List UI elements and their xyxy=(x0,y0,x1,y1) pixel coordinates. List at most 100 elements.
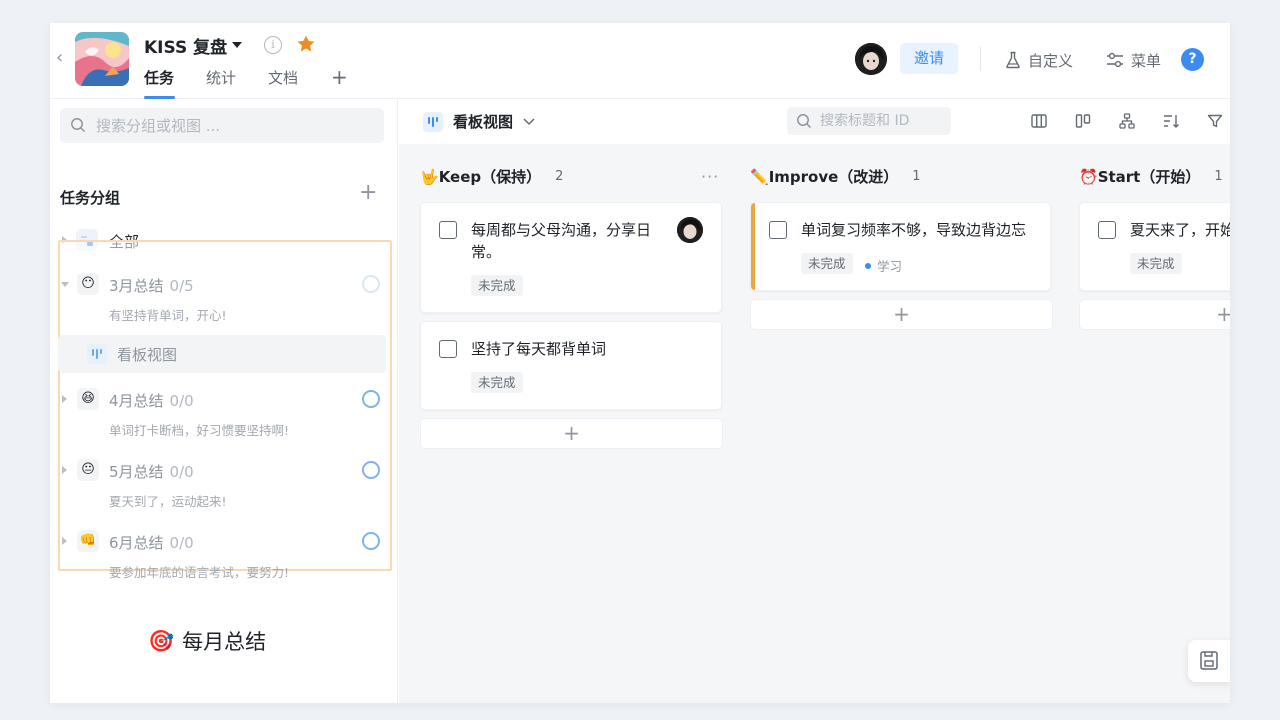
task-search-box[interactable] xyxy=(787,107,951,135)
group-title: 3月总结 xyxy=(109,277,164,295)
monthly-summary-caption: 🎯 每月总结 xyxy=(148,626,266,656)
sliders-icon xyxy=(1107,52,1123,68)
invite-button[interactable]: 邀请 xyxy=(900,43,958,74)
columns-icon[interactable] xyxy=(1030,112,1048,130)
group-title: 5月总结 xyxy=(109,463,164,481)
task-card[interactable]: 单词复习频率不够，导致边背边忘 未完成 学习 xyxy=(750,202,1051,291)
task-title: 夏天来了，开始 xyxy=(1130,221,1230,239)
user-avatar[interactable] xyxy=(855,43,887,75)
progress-ring-icon xyxy=(362,532,380,550)
group-description: 单词打卡断档，好习惯要坚持啊! xyxy=(109,423,290,438)
category-tag[interactable]: 学习 xyxy=(865,256,902,275)
sidebar-item-kanban-view[interactable]: 看板视图 xyxy=(58,335,386,373)
group-description: 要参加年底的语言考试，要努力! xyxy=(109,565,290,580)
add-card-button[interactable]: + xyxy=(750,299,1053,330)
tab-tasks[interactable]: 任务 xyxy=(144,67,174,88)
save-icon xyxy=(1200,651,1218,670)
kanban-main: 看板视图 ··· 🤟 Keep（保持） 2 ··· 每周都与父母沟通，分享日常。 xyxy=(399,99,1230,703)
add-card-button[interactable]: + xyxy=(1079,299,1230,330)
task-card[interactable]: 夏天来了，开始 未完成 xyxy=(1079,202,1230,291)
back-icon[interactable]: ‹ xyxy=(56,49,72,67)
column-title: Keep（保持） xyxy=(438,168,542,186)
task-checkbox[interactable] xyxy=(439,221,457,239)
group-count: 0/0 xyxy=(169,463,194,481)
add-card-button[interactable]: + xyxy=(420,418,723,449)
tab-stats[interactable]: 统计 xyxy=(206,67,236,88)
column-header-improve[interactable]: ✏️ Improve（改进） 1 xyxy=(750,166,921,187)
sidebar-item-march-summary[interactable]: 3月总结 0/5 xyxy=(109,275,194,296)
group-search-box[interactable] xyxy=(60,108,384,143)
tag-label: 学习 xyxy=(877,259,903,274)
task-checkbox[interactable] xyxy=(769,221,787,239)
menu-label: 菜单 xyxy=(1131,51,1162,70)
task-groups-heading: 任务分组 xyxy=(60,189,121,207)
group-search-input[interactable] xyxy=(96,108,376,143)
sidebar-item-june-summary[interactable]: 6月总结 0/0 xyxy=(109,532,194,553)
status-badge: 未完成 xyxy=(471,275,523,296)
project-title[interactable]: KISS 复盘 xyxy=(144,33,227,58)
sidebar-item-april-summary[interactable]: 4月总结 0/0 xyxy=(109,390,194,411)
view-label: 看板视图 xyxy=(117,346,178,364)
group-count: 0/5 xyxy=(169,277,194,295)
project-header: ‹ KISS 复盘 i 任务 统计 文档 + 邀请 自定义 菜单 ? xyxy=(50,23,1230,99)
task-search-input[interactable] xyxy=(820,107,946,135)
status-badge: 未完成 xyxy=(1130,253,1182,274)
group-emoji-icon: 👊 xyxy=(77,530,99,552)
group-description: 有坚持背单词，开心! xyxy=(109,308,227,323)
current-view-name: 看板视图 xyxy=(453,113,514,131)
info-icon[interactable]: i xyxy=(264,36,282,54)
project-cover-image[interactable] xyxy=(75,32,129,86)
kanban-icon xyxy=(87,344,107,364)
customize-label: 自定义 xyxy=(1028,51,1074,70)
column-title: Improve（改进） xyxy=(768,168,899,186)
group-count: 0/0 xyxy=(169,534,194,552)
customize-button[interactable]: 自定义 xyxy=(1005,49,1073,71)
collapse-arrow-icon[interactable] xyxy=(61,282,69,287)
save-view-button[interactable] xyxy=(1188,640,1230,682)
priority-accent-bar xyxy=(751,203,755,290)
task-card[interactable]: 坚持了每天都背单词 未完成 xyxy=(420,321,722,410)
menu-button[interactable]: 菜单 xyxy=(1106,49,1161,71)
kanban-toolbar: 看板视图 ··· xyxy=(399,99,1230,144)
column-count: 1 xyxy=(1214,169,1223,184)
status-badge: 未完成 xyxy=(471,372,523,393)
group-title: 6月总结 xyxy=(109,534,164,552)
filter-icon[interactable] xyxy=(1206,112,1224,130)
task-checkbox[interactable] xyxy=(439,340,457,358)
star-icon[interactable] xyxy=(296,34,316,54)
tab-docs[interactable]: 文档 xyxy=(268,67,298,88)
app-window: ‹ KISS 复盘 i 任务 统计 文档 + 邀请 自定义 菜单 ? 搜索分组或… xyxy=(50,23,1230,703)
sidebar-item-may-summary[interactable]: 5月总结 0/0 xyxy=(109,461,194,482)
group-title: 4月总结 xyxy=(109,392,164,410)
progress-ring-icon xyxy=(362,275,380,293)
help-icon[interactable]: ? xyxy=(1181,48,1204,71)
kanban-icon xyxy=(423,111,443,132)
hierarchy-icon[interactable] xyxy=(1118,112,1136,130)
expand-arrow-icon[interactable] xyxy=(62,537,67,545)
assignee-avatar[interactable] xyxy=(677,217,703,243)
add-group-button[interactable]: + xyxy=(359,182,377,204)
task-checkbox[interactable] xyxy=(1098,221,1116,239)
caret-down-icon[interactable] xyxy=(231,41,243,49)
monthly-summary-label: 每月总结 xyxy=(182,630,267,654)
column-header-keep[interactable]: 🤟 Keep（保持） 2 xyxy=(420,166,563,187)
task-title: 坚持了每天都背单词 xyxy=(471,340,607,358)
split-view-icon[interactable] xyxy=(1074,112,1092,130)
column-header-start[interactable]: ⏰ Start（开始） 1 xyxy=(1079,166,1223,187)
column-count: 1 xyxy=(912,169,921,184)
tag-dot-icon xyxy=(865,262,871,269)
column-emoji: ✏️ xyxy=(750,167,769,186)
task-group-sidebar: 任务分组 + 全部 😶 3月总结0/5 有坚持背单词，开心! 看板视图 😆 4月… xyxy=(50,99,398,703)
column-title: Start（开始） xyxy=(1097,168,1201,186)
add-tab-button[interactable]: + xyxy=(331,67,348,87)
expand-arrow-icon[interactable] xyxy=(62,466,67,474)
sort-icon[interactable] xyxy=(1162,112,1180,130)
target-icon: 🎯 xyxy=(148,628,175,653)
column-more-icon[interactable]: ··· xyxy=(701,167,719,186)
group-emoji-icon: 😐 xyxy=(77,459,99,481)
expand-arrow-icon[interactable] xyxy=(62,395,67,403)
group-emoji-icon: 😶 xyxy=(77,273,99,295)
view-switcher[interactable]: 看板视图 xyxy=(423,111,535,132)
task-card[interactable]: 每周都与父母沟通，分享日常。 未完成 xyxy=(420,202,722,313)
group-count: 0/0 xyxy=(169,392,194,410)
